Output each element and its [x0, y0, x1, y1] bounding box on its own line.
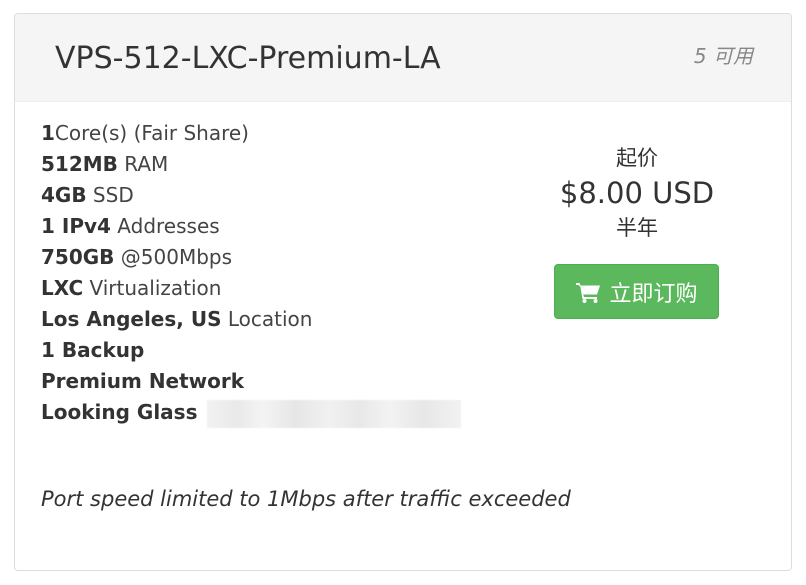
billing-cycle: 半年 [616, 216, 658, 240]
price-from-label: 起价 [616, 146, 658, 170]
feature-value: 512MB [41, 152, 118, 176]
feature-value: 1 IPv4 [41, 214, 111, 238]
feature-label: Virtualization [83, 276, 222, 300]
order-now-label: 立即订购 [609, 281, 698, 307]
feature-label: Core(s) (Fair Share) [54, 121, 249, 145]
feature-label: SSD [86, 183, 134, 207]
feature-value: 1 Backup [41, 338, 145, 362]
product-card: VPS-512-LXC-Premium-LA 5 可用 1Core(s) (Fa… [14, 13, 792, 571]
feature-backup: 1 Backup [41, 335, 461, 366]
feature-cpu: 1Core(s) (Fair Share) [41, 118, 461, 149]
looking-glass-link[interactable] [206, 399, 461, 428]
port-speed-note: Port speed limited to 1Mbps after traffi… [41, 487, 571, 511]
feature-label: RAM [117, 152, 169, 176]
feature-label: @500Mbps [114, 245, 233, 269]
feature-value: Premium Network [41, 369, 245, 393]
feature-value: 1 [41, 121, 55, 145]
feature-value: 750GB [41, 245, 115, 269]
feature-bandwidth: 750GB @500Mbps [41, 242, 461, 273]
availability-badge: 5 可用 [693, 44, 753, 68]
cart-icon [576, 282, 601, 303]
order-now-button[interactable]: 立即订购 [554, 264, 719, 319]
price-amount: $8.00 USD [559, 176, 715, 210]
feature-label: Addresses [110, 214, 220, 238]
feature-disk: 4GB SSD [41, 180, 461, 211]
feature-ipv4: 1 IPv4 Addresses [41, 211, 461, 242]
feature-value: Looking Glass [41, 400, 198, 424]
feature-value: LXC [41, 276, 84, 300]
feature-list: 1Core(s) (Fair Share) 512MB RAM 4GB SSD … [41, 118, 461, 428]
feature-label: Location [221, 307, 313, 331]
feature-location: Los Angeles, US Location [41, 304, 461, 335]
feature-virtualization: LXC Virtualization [41, 273, 461, 304]
feature-looking-glass: Looking Glass [41, 397, 461, 428]
feature-value: 4GB [41, 183, 87, 207]
feature-label [197, 400, 203, 424]
feature-network: Premium Network [41, 366, 461, 397]
price-block: 起价 $8.00 USD 半年 [545, 142, 729, 242]
product-header: VPS-512-LXC-Premium-LA 5 可用 [15, 14, 791, 102]
feature-ram: 512MB RAM [41, 149, 461, 180]
product-name: VPS-512-LXC-Premium-LA [55, 41, 441, 76]
feature-value: Los Angeles, US [41, 307, 222, 331]
